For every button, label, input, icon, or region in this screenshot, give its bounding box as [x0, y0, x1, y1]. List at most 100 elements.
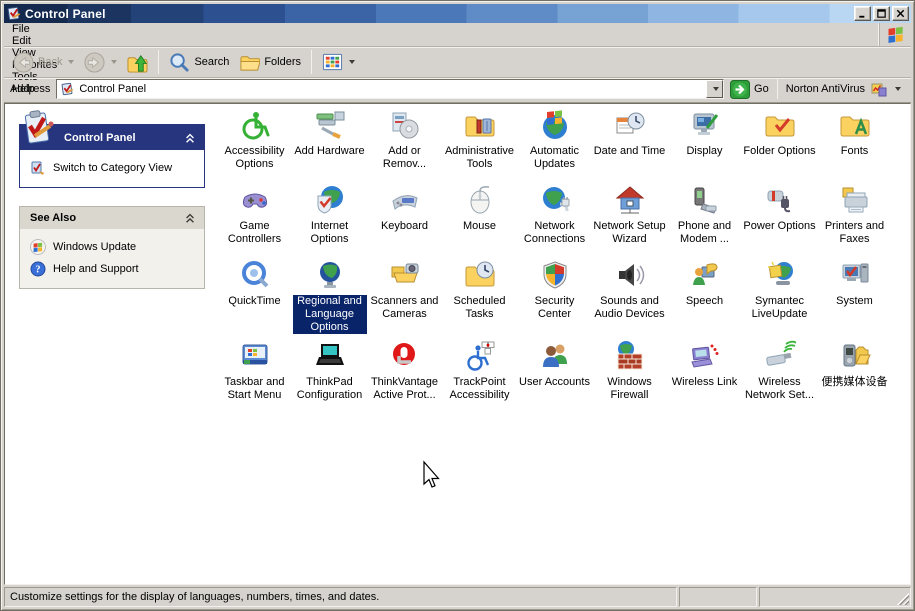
cp-item-date-time[interactable]: Date and Time	[592, 105, 667, 180]
cp-item-thinkpad-config[interactable]: ThinkPad Configuration	[292, 336, 367, 412]
cp-item-label: ThinkPad Configuration	[293, 376, 367, 402]
toolbar-back-button[interactable]: Back	[8, 49, 79, 76]
cp-item-admin-tools[interactable]: Administrative Tools	[442, 105, 517, 180]
toolbar-search-label: Search	[194, 56, 229, 68]
chevron-up-icon[interactable]	[184, 132, 196, 144]
cp-item-system[interactable]: System	[817, 255, 892, 336]
cp-item-label: Network Connections	[518, 220, 592, 246]
folders-icon	[239, 52, 260, 73]
cp-item-add-remove[interactable]: Add or Remov...	[367, 105, 442, 180]
control-panel-window-icon	[6, 6, 21, 21]
minimize-button[interactable]	[854, 6, 871, 21]
cp-item-trackpoint[interactable]: TrackPoint Accessibility	[442, 336, 517, 412]
cp-item-speech[interactable]: Speech	[667, 255, 742, 336]
chevron-up-icon[interactable]	[184, 212, 196, 224]
maximize-button[interactable]	[873, 6, 890, 21]
see-also-taskpane: See Also Windows Update?Help and Support	[19, 206, 205, 289]
cp-item-display[interactable]: Display	[667, 105, 742, 180]
norton-antivirus-control[interactable]: Norton AntiVirus	[786, 82, 905, 97]
see-also-item-windows-update[interactable]: Windows Update	[30, 236, 200, 258]
cp-item-regional-language[interactable]: Regional and Language Options	[292, 255, 367, 336]
cp-item-internet-options[interactable]: Internet Options	[292, 180, 367, 255]
chevron-down-icon[interactable]	[111, 60, 117, 64]
cp-item-folder-options[interactable]: Folder Options	[742, 105, 817, 180]
cp-item-sounds-audio[interactable]: Sounds and Audio Devices	[592, 255, 667, 336]
network-connections-icon	[539, 184, 571, 216]
toolbar-separator	[311, 50, 312, 74]
cp-item-label: Wireless Network Set...	[743, 376, 817, 402]
windows-logo-icon	[879, 23, 911, 46]
chevron-down-icon[interactable]	[68, 60, 74, 64]
go-button[interactable]: Go	[730, 80, 769, 99]
chevron-down-icon[interactable]	[349, 60, 355, 64]
cp-item-label: QuickTime	[228, 295, 280, 308]
title-bar[interactable]: Control Panel	[4, 4, 911, 23]
cp-item-accessibility-options[interactable]: Accessibility Options	[217, 105, 292, 180]
cp-item-security-center[interactable]: Security Center	[517, 255, 592, 336]
cp-item-thinkvantage[interactable]: ThinkVantage Active Prot...	[367, 336, 442, 412]
cp-item-wireless-link[interactable]: Wireless Link	[667, 336, 742, 412]
status-message-pane: Customize settings for the display of la…	[4, 587, 677, 607]
go-label: Go	[754, 83, 769, 95]
cp-item-network-connections[interactable]: Network Connections	[517, 180, 592, 255]
address-bar: Address Control Panel Go Norton AntiViru…	[4, 78, 911, 103]
close-button[interactable]	[892, 6, 909, 21]
cp-item-label: Administrative Tools	[443, 145, 517, 171]
cp-item-symantec-liveupdate[interactable]: Symantec LiveUpdate	[742, 255, 817, 336]
cp-item-phone-modem[interactable]: Phone and Modem ...	[667, 180, 742, 255]
cp-item-add-hardware[interactable]: Add Hardware	[292, 105, 367, 180]
views-icon	[322, 52, 343, 73]
cp-item-mouse[interactable]: Mouse	[442, 180, 517, 255]
cp-item-label: TrackPoint Accessibility	[443, 376, 517, 402]
wireless-network-icon	[764, 340, 796, 372]
mouse-cursor	[419, 460, 441, 495]
address-input[interactable]: Control Panel	[56, 79, 724, 99]
cp-item-label: Game Controllers	[218, 220, 292, 246]
back-icon	[13, 52, 34, 73]
cp-item-user-accounts[interactable]: User Accounts	[517, 336, 592, 412]
see-also-title: See Also	[30, 212, 184, 224]
cp-item-game-controllers[interactable]: Game Controllers	[217, 180, 292, 255]
cp-item-keyboard[interactable]: Keyboard	[367, 180, 442, 255]
cp-item-wireless-network[interactable]: Wireless Network Set...	[742, 336, 817, 412]
window-title: Control Panel	[25, 7, 852, 21]
cp-item-fonts[interactable]: Fonts	[817, 105, 892, 180]
cp-item-scheduled-tasks[interactable]: Scheduled Tasks	[442, 255, 517, 336]
cp-item-network-setup-wizard[interactable]: Network Setup Wizard	[592, 180, 667, 255]
see-also-header[interactable]: See Also	[20, 207, 204, 229]
see-also-item-help-support[interactable]: ?Help and Support	[30, 258, 200, 280]
thinkvantage-icon	[389, 340, 421, 372]
mouse-icon	[464, 184, 496, 216]
toolbar-separator	[158, 50, 159, 74]
toolbar-search-button[interactable]: Search	[164, 49, 234, 76]
cp-item-scanners-cameras[interactable]: Scanners and Cameras	[367, 255, 442, 336]
toolbar-views-button[interactable]	[317, 49, 360, 76]
cp-item-printers-faxes[interactable]: Printers and Faxes	[817, 180, 892, 255]
cp-item-label: Keyboard	[381, 220, 428, 233]
cp-item-power-options[interactable]: Power Options	[742, 180, 817, 255]
menu-edit[interactable]: Edit	[4, 35, 65, 47]
cp-item-taskbar-startmenu[interactable]: Taskbar and Start Menu	[217, 336, 292, 412]
resize-grip[interactable]	[897, 593, 909, 605]
cp-item-quicktime[interactable]: QuickTime	[217, 255, 292, 336]
toolbar-up-folder-button[interactable]	[122, 49, 153, 76]
cp-item-label: Regional and Language Options	[293, 295, 367, 334]
cp-item-label: Internet Options	[293, 220, 367, 246]
taskpane-item-switch-view[interactable]: Switch to Category View	[30, 157, 200, 179]
toolbar-forward-button[interactable]	[79, 49, 122, 76]
speech-icon	[689, 259, 721, 291]
cp-item-label: Fonts	[841, 145, 869, 158]
address-dropdown-button[interactable]	[706, 80, 723, 98]
symantec-liveupdate-icon	[764, 259, 796, 291]
address-value: Control Panel	[79, 83, 706, 95]
phone-modem-icon	[689, 184, 721, 216]
menu-file[interactable]: File	[4, 23, 65, 35]
content-area: Control Panel Switch to Category View Se…	[4, 103, 911, 585]
network-setup-wizard-icon	[614, 184, 646, 216]
fonts-icon	[839, 109, 871, 141]
toolbar-folders-label: Folders	[264, 56, 301, 68]
cp-item-portable-media[interactable]: 便携媒体设备	[817, 336, 892, 412]
cp-item-windows-firewall[interactable]: Windows Firewall	[592, 336, 667, 412]
toolbar-folders-button[interactable]: Folders	[234, 49, 306, 76]
cp-item-automatic-updates[interactable]: Automatic Updates	[517, 105, 592, 180]
